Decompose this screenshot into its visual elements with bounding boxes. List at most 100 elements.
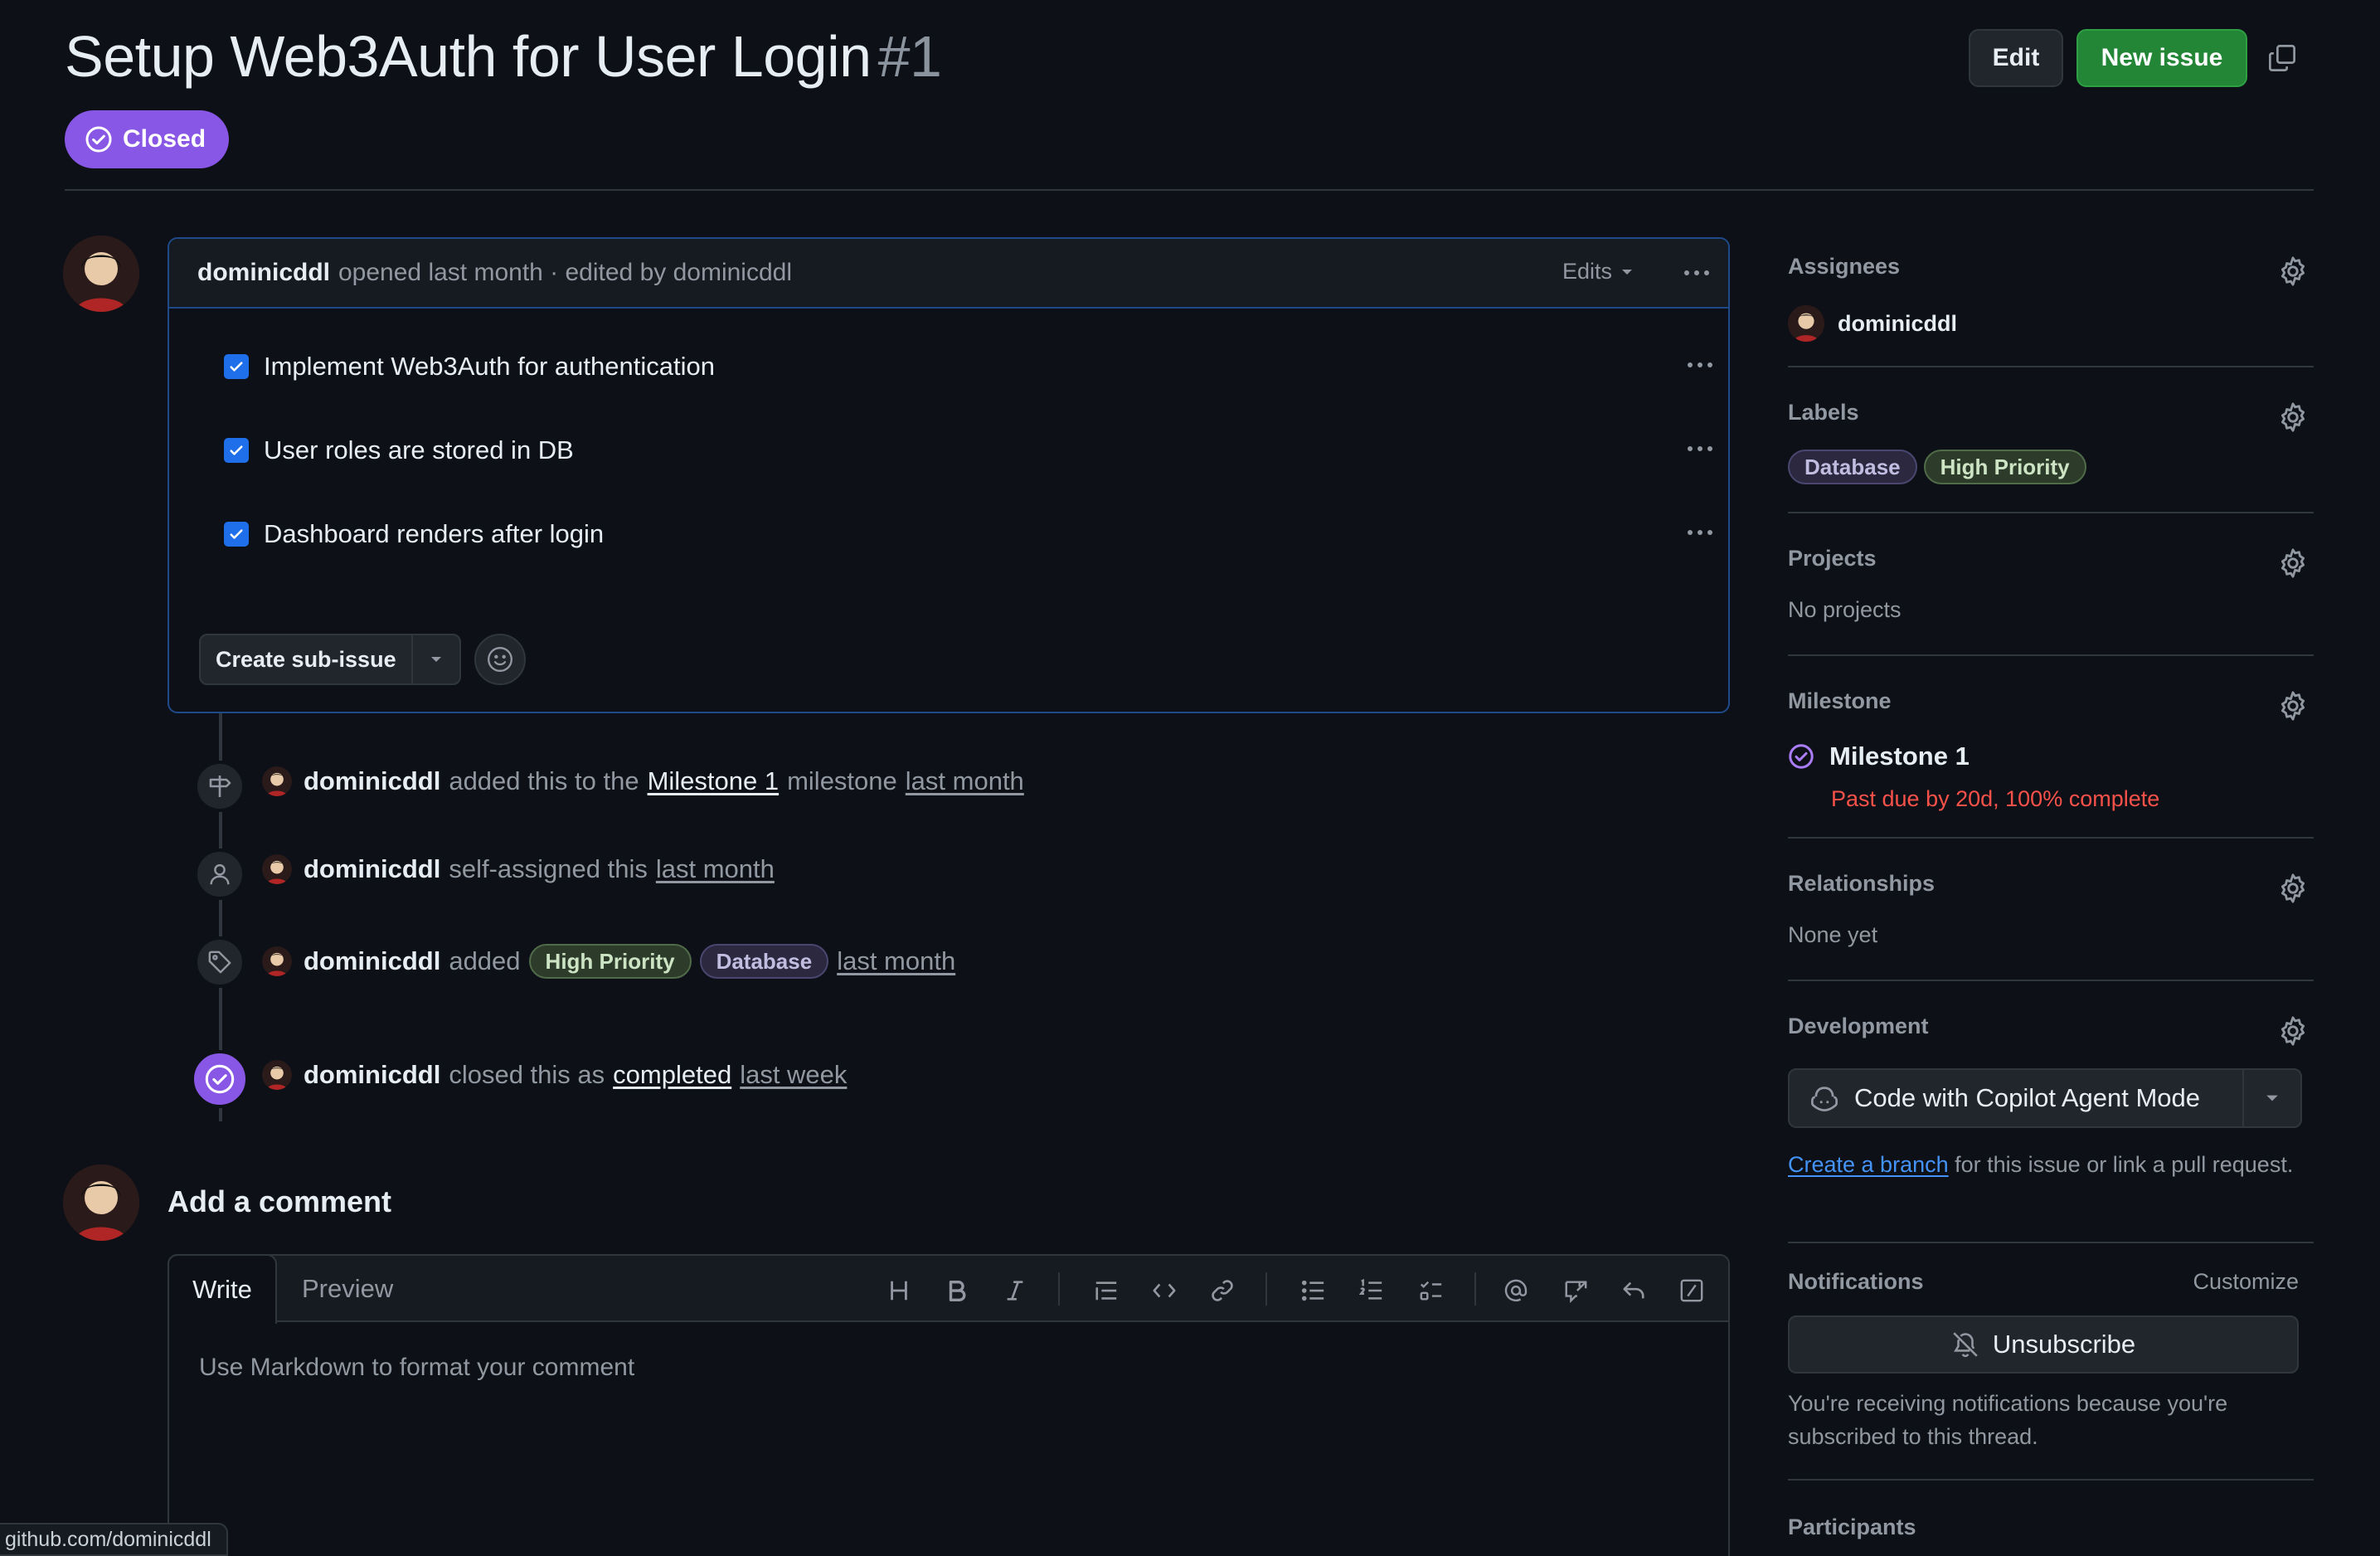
state-label: Closed xyxy=(123,125,206,153)
task-options-icon[interactable] xyxy=(1683,439,1717,459)
quote-icon[interactable] xyxy=(1090,1274,1123,1307)
event-actor[interactable]: dominicddl xyxy=(304,1060,440,1090)
event-text: milestone xyxy=(787,766,897,795)
sidebar-heading: Milestone xyxy=(1788,688,1892,713)
milestone-item[interactable]: Milestone 1 xyxy=(1788,742,1970,771)
actor-avatar[interactable] xyxy=(262,766,292,796)
checkbox-checked-icon[interactable] xyxy=(224,438,249,463)
sidebar-milestone: Milestone Milestone 1 Past due by 20d, 1… xyxy=(1788,688,2314,811)
gear-icon[interactable] xyxy=(2277,690,2309,722)
comment-header: dominicddl opened last month · edited by… xyxy=(169,239,1728,309)
event-actor[interactable]: dominicddl xyxy=(304,854,440,884)
create-branch-link[interactable]: Create a branch xyxy=(1788,1152,1949,1177)
gear-icon[interactable] xyxy=(2277,1015,2309,1047)
comment-author[interactable]: dominicddl xyxy=(197,259,330,287)
tab-write[interactable]: Write xyxy=(168,1254,277,1324)
milestone-name: Milestone 1 xyxy=(1829,742,1970,771)
copilot-icon xyxy=(1809,1083,1839,1113)
author-avatar[interactable] xyxy=(63,236,139,312)
reference-icon[interactable] xyxy=(1559,1274,1592,1307)
comment-input[interactable]: Use Markdown to format your comment xyxy=(199,1354,634,1382)
create-branch-description: for this issue or link a pull request. xyxy=(1955,1152,2294,1177)
gear-icon[interactable] xyxy=(2277,401,2309,433)
gear-icon[interactable] xyxy=(2277,547,2309,579)
event-text: closed this as xyxy=(449,1060,605,1089)
relationships-value: None yet xyxy=(1788,922,1878,947)
bold-icon[interactable] xyxy=(940,1274,974,1307)
copy-link-icon[interactable] xyxy=(2267,43,2297,73)
unsubscribe-button[interactable]: Unsubscribe xyxy=(1788,1315,2299,1374)
task-options-icon[interactable] xyxy=(1683,523,1717,542)
sidebar-divider xyxy=(1788,1242,2314,1243)
saved-reply-icon[interactable] xyxy=(1617,1274,1650,1307)
edit-button[interactable]: Edit xyxy=(1969,29,2063,87)
milestone-closed-icon xyxy=(1788,743,1814,770)
sidebar-projects: Projects No projects xyxy=(1788,546,2314,622)
heading-icon[interactable] xyxy=(882,1274,916,1307)
ordered-list-icon[interactable] xyxy=(1355,1274,1388,1307)
new-issue-button[interactable]: New issue xyxy=(2076,29,2247,87)
timeline-assign-event: dominicddl self-assigned this last month xyxy=(262,854,775,884)
edits-dropdown[interactable]: Edits xyxy=(1562,259,1634,284)
task-item[interactable]: Implement Web3Auth for authentication xyxy=(224,352,715,382)
code-icon[interactable] xyxy=(1148,1274,1181,1307)
actor-avatar[interactable] xyxy=(262,1060,292,1090)
issue-body-card: dominicddl opened last month · edited by… xyxy=(168,237,1730,713)
label-database[interactable]: Database xyxy=(699,944,829,979)
add-reaction-icon[interactable] xyxy=(474,634,526,685)
sub-issue-dropdown-icon[interactable] xyxy=(413,635,459,683)
label-list: Database High Priority xyxy=(1788,450,2093,484)
task-list-icon[interactable] xyxy=(1415,1274,1448,1307)
task-item[interactable]: User roles are stored in DB xyxy=(224,435,574,465)
label-database[interactable]: Database xyxy=(1788,450,1917,484)
copilot-agent-button[interactable]: Code with Copilot Agent Mode xyxy=(1790,1070,2244,1126)
task-label: Implement Web3Auth for authentication xyxy=(264,352,715,381)
actor-avatar[interactable] xyxy=(262,854,292,884)
sidebar-divider xyxy=(1788,366,2314,367)
copilot-dropdown-icon[interactable] xyxy=(2244,1070,2300,1126)
sidebar-divider xyxy=(1788,980,2314,981)
issue-title-text: Setup Web3Auth for User Login xyxy=(65,24,872,89)
label-high-priority[interactable]: High Priority xyxy=(1923,450,2086,484)
actor-avatar[interactable] xyxy=(262,946,292,976)
sidebar-divider xyxy=(1788,837,2314,839)
gear-icon[interactable] xyxy=(2277,873,2309,904)
sidebar-heading: Development xyxy=(1788,1014,1929,1038)
task-options-icon[interactable] xyxy=(1683,355,1717,375)
create-sub-issue-button[interactable]: Create sub-issue xyxy=(201,635,413,683)
sidebar-development: Development Code with Copilot Agent Mode… xyxy=(1788,1014,2314,1177)
sidebar-heading: Labels xyxy=(1788,400,1859,425)
edits-label: Edits xyxy=(1562,259,1612,284)
label-high-priority[interactable]: High Priority xyxy=(528,944,692,979)
checkbox-checked-icon[interactable] xyxy=(224,354,249,379)
unsubscribe-wrapper: Unsubscribe xyxy=(1788,1315,2314,1377)
event-actor[interactable]: dominicddl xyxy=(304,766,440,796)
event-time[interactable]: last month xyxy=(906,766,1024,796)
checkbox-checked-icon[interactable] xyxy=(224,522,249,547)
assignee-item[interactable]: dominicddl xyxy=(1788,305,1957,342)
task-item[interactable]: Dashboard renders after login xyxy=(224,519,604,549)
slash-command-icon[interactable] xyxy=(1675,1274,1708,1307)
tab-preview[interactable]: Preview xyxy=(302,1256,393,1322)
link-icon[interactable] xyxy=(1206,1274,1239,1307)
issue-title: Setup Web3Auth for User Login #1 xyxy=(65,23,942,90)
event-time[interactable]: last month xyxy=(837,946,955,976)
close-reason-link[interactable]: completed xyxy=(613,1060,731,1090)
comment-options-icon[interactable] xyxy=(1680,260,1713,285)
current-user-avatar[interactable] xyxy=(63,1165,139,1241)
sidebar-notifications: Notifications Customize Unsubscribe You'… xyxy=(1788,1269,2314,1449)
event-time[interactable]: last month xyxy=(656,854,775,884)
italic-icon[interactable] xyxy=(998,1274,1032,1307)
event-actor[interactable]: dominicddl xyxy=(304,946,440,976)
unordered-list-icon[interactable] xyxy=(1297,1274,1330,1307)
milestone-link[interactable]: Milestone 1 xyxy=(648,766,780,796)
triangle-down-icon xyxy=(1622,269,1632,275)
comment-editor: Write Preview Use Markdown to format you… xyxy=(168,1254,1730,1556)
mention-icon[interactable] xyxy=(1499,1274,1532,1307)
timeline-close-event: dominicddl closed this as completed last… xyxy=(262,1060,847,1090)
customize-link[interactable]: Customize xyxy=(2193,1269,2299,1295)
event-time[interactable]: last week xyxy=(740,1060,847,1090)
sidebar-divider xyxy=(1788,1479,2314,1481)
sidebar-divider xyxy=(1788,654,2314,656)
gear-icon[interactable] xyxy=(2277,255,2309,287)
